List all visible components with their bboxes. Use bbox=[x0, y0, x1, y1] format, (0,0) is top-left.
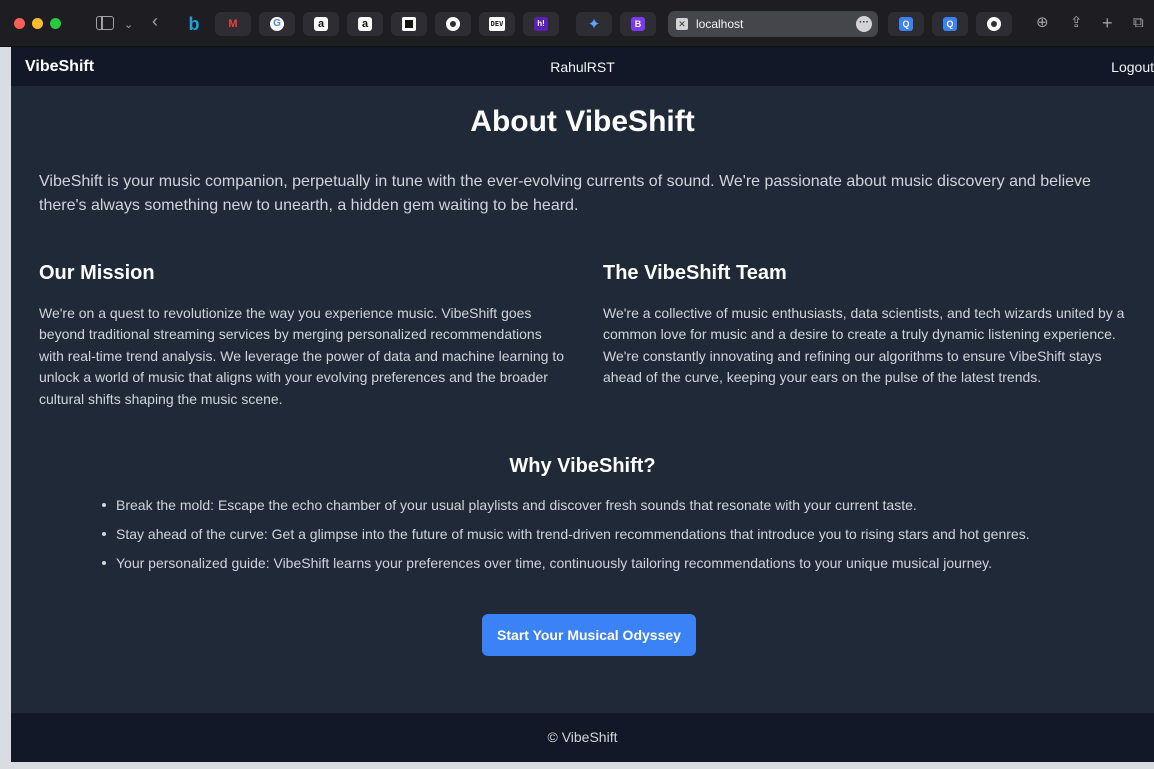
team-section: The VibeShift Team We're a collective of… bbox=[603, 262, 1133, 389]
tab-overview-icon[interactable]: ⧉ bbox=[1133, 12, 1144, 34]
footer-copyright: © VibeShift bbox=[547, 729, 618, 745]
bing-icon[interactable]: b bbox=[184, 12, 204, 36]
gemini-icon[interactable]: ✦ bbox=[576, 12, 612, 36]
why-heading: Why VibeShift? bbox=[509, 455, 656, 477]
why-list: Break the mold: Escape the echo chamber … bbox=[99, 495, 1030, 582]
google-icon[interactable]: G bbox=[259, 12, 295, 36]
share-icon[interactable]: ⇪ bbox=[1070, 12, 1083, 34]
browser-toolbar: ⌄ ‹ b M G a a DEV h! ✦ B ✕ localhost ···… bbox=[0, 0, 1154, 47]
footer: © VibeShift bbox=[11, 713, 1154, 762]
box-icon[interactable] bbox=[391, 12, 427, 36]
logout-link[interactable]: Logout bbox=[1111, 59, 1154, 75]
address-bar[interactable]: ✕ localhost ··· bbox=[668, 11, 878, 37]
sidebar-toggle-icon[interactable] bbox=[96, 16, 114, 30]
amazon-icon[interactable]: a bbox=[347, 12, 383, 36]
gmail-icon[interactable]: M bbox=[215, 12, 251, 36]
zoom-window-button[interactable] bbox=[50, 18, 61, 29]
hashnode-icon[interactable]: h! bbox=[523, 12, 559, 36]
bootstrap-icon[interactable]: B bbox=[620, 12, 656, 36]
amazon-icon[interactable]: a bbox=[303, 12, 339, 36]
list-item: Your personalized guide: VibeShift learn… bbox=[99, 553, 1030, 573]
search-icon[interactable]: Q bbox=[932, 12, 968, 36]
list-item: Break the mold: Escape the echo chamber … bbox=[99, 495, 1030, 515]
download-icon[interactable]: ⊕ bbox=[1036, 12, 1049, 34]
about-section: About VibeShift VibeShift is your music … bbox=[11, 86, 1154, 713]
new-tab-icon[interactable]: + bbox=[1102, 12, 1113, 34]
github-icon[interactable] bbox=[976, 12, 1012, 36]
intro-paragraph: VibeShift is your music companion, perpe… bbox=[39, 173, 1091, 214]
mission-body: We're on a quest to revolutionize the wa… bbox=[39, 305, 565, 407]
team-body: We're a collective of music enthusiasts,… bbox=[603, 305, 1125, 386]
list-item: Stay ahead of the curve: Get a glimpse i… bbox=[99, 524, 1030, 544]
window-edge bbox=[0, 762, 1154, 769]
more-icon[interactable]: ··· bbox=[856, 16, 872, 32]
close-window-button[interactable] bbox=[14, 18, 25, 29]
back-arrow-icon[interactable]: ‹ bbox=[152, 10, 158, 32]
github-icon[interactable] bbox=[435, 12, 471, 36]
url-text: localhost bbox=[696, 17, 744, 31]
site-icon: ✕ bbox=[676, 18, 688, 30]
username-label: RahulRST bbox=[550, 59, 615, 75]
window-edge bbox=[0, 47, 11, 769]
minimize-window-button[interactable] bbox=[32, 18, 43, 29]
start-odyssey-button[interactable]: Start Your Musical Odyssey bbox=[482, 614, 696, 656]
search-icon[interactable]: Q bbox=[888, 12, 924, 36]
mission-section: Our Mission We're on a quest to revoluti… bbox=[39, 262, 569, 410]
chevron-down-icon[interactable]: ⌄ bbox=[124, 14, 133, 36]
mission-heading: Our Mission bbox=[39, 262, 155, 284]
page-title: About VibeShift bbox=[470, 105, 695, 138]
navbar: VibeShift RahulRST Logout bbox=[11, 47, 1154, 86]
dev-icon[interactable]: DEV bbox=[479, 12, 515, 36]
browser-window: ⌄ ‹ b M G a a DEV h! ✦ B ✕ localhost ···… bbox=[0, 0, 1154, 769]
team-heading: The VibeShift Team bbox=[603, 262, 787, 284]
